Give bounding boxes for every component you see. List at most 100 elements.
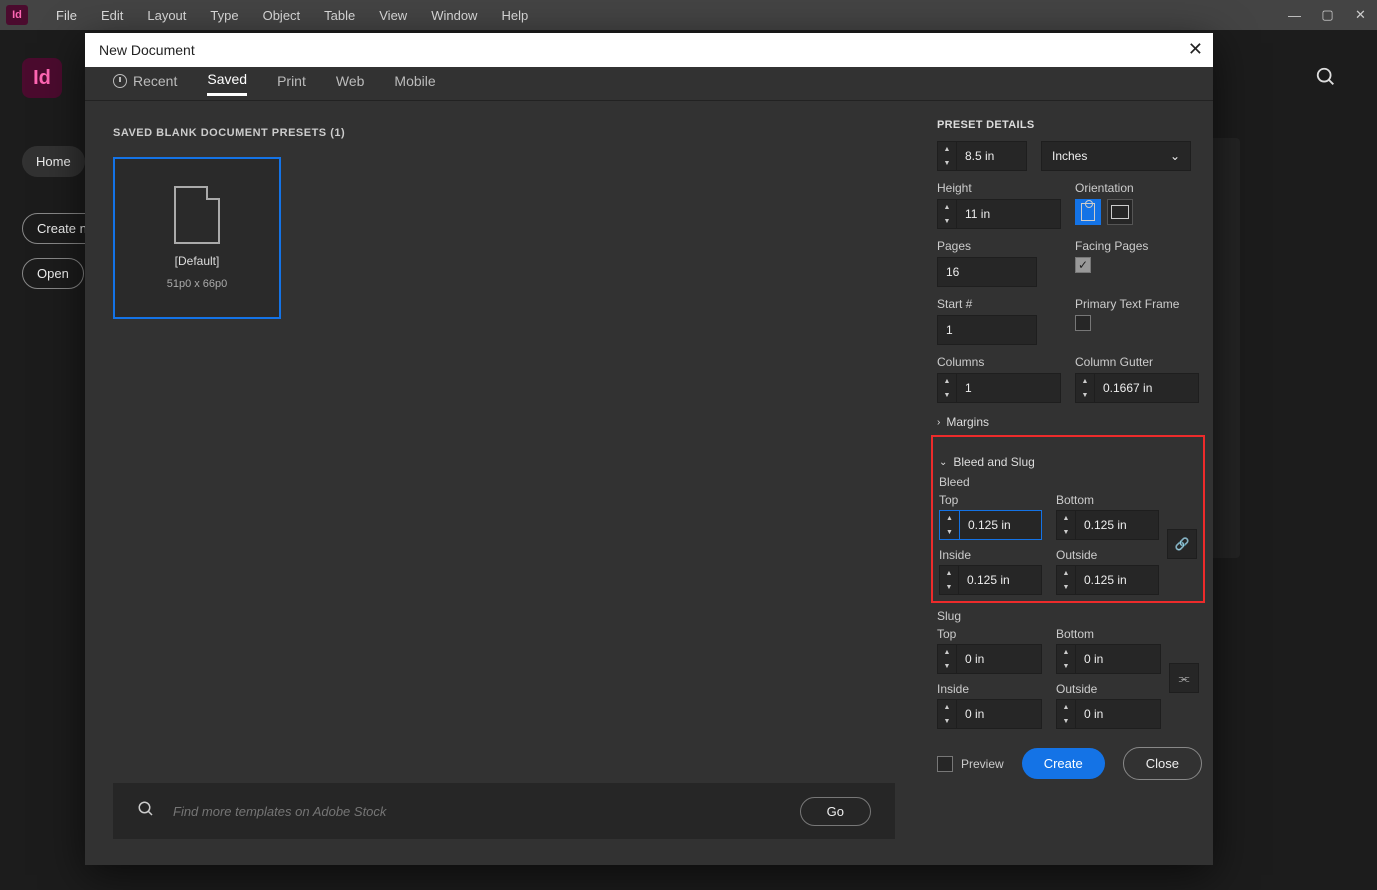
chevron-right-icon: ›: [937, 417, 940, 428]
tab-label: Web: [336, 73, 365, 89]
gutter-stepper[interactable]: ▲▼: [1075, 373, 1199, 403]
tab-recent[interactable]: Recent: [113, 73, 177, 95]
height-label: Height: [937, 181, 1061, 195]
tab-label: Print: [277, 73, 306, 89]
units-value: Inches: [1052, 149, 1087, 163]
create-button[interactable]: Create: [1022, 748, 1105, 779]
slug-inside-input[interactable]: [957, 699, 1042, 729]
stock-search-input[interactable]: [173, 804, 800, 819]
chevron-down-icon[interactable]: ▼: [1076, 388, 1094, 402]
menu-window[interactable]: Window: [419, 8, 489, 23]
slug-inside-label: Inside: [937, 682, 1042, 696]
margins-section-toggle[interactable]: ›Margins: [937, 415, 1199, 429]
columns-input[interactable]: [957, 373, 1061, 403]
height-stepper[interactable]: ▲▼: [937, 199, 1061, 229]
chevron-up-icon[interactable]: ▲: [938, 374, 956, 388]
orientation-portrait-button[interactable]: [1075, 199, 1101, 225]
orientation-landscape-button[interactable]: [1107, 199, 1133, 225]
chevron-down-icon[interactable]: ▼: [1057, 580, 1075, 594]
bleed-top-label: Top: [939, 493, 1042, 507]
chevron-down-icon[interactable]: ▼: [1057, 525, 1075, 539]
bleed-inside-input[interactable]: [959, 565, 1042, 595]
units-dropdown[interactable]: Inches ⌄: [1041, 141, 1191, 171]
preset-card-default[interactable]: [Default] 51p0 x 66p0: [113, 157, 281, 319]
chevron-up-icon[interactable]: ▲: [1076, 374, 1094, 388]
chevron-down-icon[interactable]: ▼: [1057, 714, 1075, 728]
window-maximize-icon[interactable]: ▢: [1311, 0, 1344, 30]
bleed-highlight-annotation: ⌄Bleed and Slug Bleed Top ▲▼ Bottom ▲▼ I…: [931, 435, 1205, 603]
dialog-close-icon[interactable]: ✕: [1188, 39, 1203, 60]
tab-web[interactable]: Web: [336, 73, 365, 95]
preset-details-panel: PRESET DETAILS ▲▼ Inches ⌄ Height ▲▼: [923, 101, 1213, 865]
tab-mobile[interactable]: Mobile: [394, 73, 435, 95]
menu-layout[interactable]: Layout: [135, 8, 198, 23]
gutter-label: Column Gutter: [1075, 355, 1199, 369]
global-search-icon[interactable]: [1315, 66, 1337, 94]
window-minimize-icon[interactable]: —: [1278, 0, 1311, 30]
gutter-input[interactable]: [1095, 373, 1199, 403]
chevron-down-icon[interactable]: ▼: [938, 388, 956, 402]
menu-type[interactable]: Type: [198, 8, 250, 23]
bleed-bottom-input[interactable]: [1076, 510, 1159, 540]
chevron-up-icon[interactable]: ▲: [940, 511, 959, 525]
menu-table[interactable]: Table: [312, 8, 367, 23]
menu-object[interactable]: Object: [251, 8, 313, 23]
chevron-up-icon[interactable]: ▲: [938, 200, 956, 214]
chevron-down-icon[interactable]: ▼: [1057, 659, 1075, 673]
preview-checkbox[interactable]: [937, 756, 953, 772]
width-stepper[interactable]: ▲▼: [937, 141, 1027, 171]
chevron-down-icon[interactable]: ▼: [938, 214, 956, 228]
facing-pages-checkbox[interactable]: ✓: [1075, 257, 1091, 273]
bleed-outside-input[interactable]: [1076, 565, 1159, 595]
bleed-link-button[interactable]: 🔗: [1167, 529, 1197, 559]
close-button[interactable]: Close: [1123, 747, 1202, 780]
primary-text-frame-checkbox[interactable]: [1075, 315, 1091, 331]
menu-edit[interactable]: Edit: [89, 8, 135, 23]
slug-outside-stepper[interactable]: ▲▼: [1056, 699, 1161, 729]
bleed-outside-stepper[interactable]: ▲▼: [1056, 565, 1159, 595]
bleed-slug-section-toggle[interactable]: ⌄Bleed and Slug: [939, 455, 1197, 469]
slug-outside-input[interactable]: [1076, 699, 1161, 729]
chevron-up-icon[interactable]: ▲: [1057, 566, 1075, 580]
height-input[interactable]: [957, 199, 1061, 229]
chevron-down-icon[interactable]: ▼: [938, 156, 956, 170]
width-input[interactable]: [957, 141, 1027, 171]
slug-inside-stepper[interactable]: ▲▼: [937, 699, 1042, 729]
stock-search-bar: Go: [113, 783, 895, 839]
tab-print[interactable]: Print: [277, 73, 306, 95]
menu-view[interactable]: View: [367, 8, 419, 23]
chevron-down-icon[interactable]: ▼: [938, 659, 956, 673]
start-label: Start #: [937, 297, 1061, 311]
slug-link-button[interactable]: ⫘: [1169, 663, 1199, 693]
chevron-up-icon[interactable]: ▲: [1057, 645, 1075, 659]
slug-bottom-input[interactable]: [1076, 644, 1161, 674]
chevron-up-icon[interactable]: ▲: [938, 142, 956, 156]
go-button[interactable]: Go: [800, 797, 871, 826]
chevron-down-icon[interactable]: ▼: [940, 580, 958, 594]
chevron-up-icon[interactable]: ▲: [1057, 511, 1075, 525]
bleed-top-input[interactable]: [959, 510, 1042, 540]
pages-input[interactable]: [937, 257, 1037, 287]
chevron-up-icon[interactable]: ▲: [938, 700, 956, 714]
chevron-down-icon[interactable]: ▼: [938, 714, 956, 728]
chevron-up-icon[interactable]: ▲: [938, 645, 956, 659]
slug-bottom-label: Bottom: [1056, 627, 1161, 641]
slug-top-stepper[interactable]: ▲▼: [937, 644, 1042, 674]
bleed-bottom-stepper[interactable]: ▲▼: [1056, 510, 1159, 540]
menu-file[interactable]: File: [44, 8, 89, 23]
home-button[interactable]: Home: [22, 146, 85, 177]
bleed-inside-stepper[interactable]: ▲▼: [939, 565, 1042, 595]
chevron-up-icon[interactable]: ▲: [1057, 700, 1075, 714]
window-close-icon[interactable]: ✕: [1344, 0, 1377, 30]
chevron-up-icon[interactable]: ▲: [940, 566, 958, 580]
bleed-top-stepper[interactable]: ▲▼: [939, 510, 1042, 540]
ptf-label: Primary Text Frame: [1075, 297, 1199, 311]
start-input[interactable]: [937, 315, 1037, 345]
menu-help[interactable]: Help: [489, 8, 540, 23]
chevron-down-icon[interactable]: ▼: [940, 525, 959, 539]
columns-stepper[interactable]: ▲▼: [937, 373, 1061, 403]
tab-saved[interactable]: Saved: [207, 71, 247, 96]
slug-top-input[interactable]: [957, 644, 1042, 674]
slug-bottom-stepper[interactable]: ▲▼: [1056, 644, 1161, 674]
open-button[interactable]: Open: [22, 258, 84, 289]
